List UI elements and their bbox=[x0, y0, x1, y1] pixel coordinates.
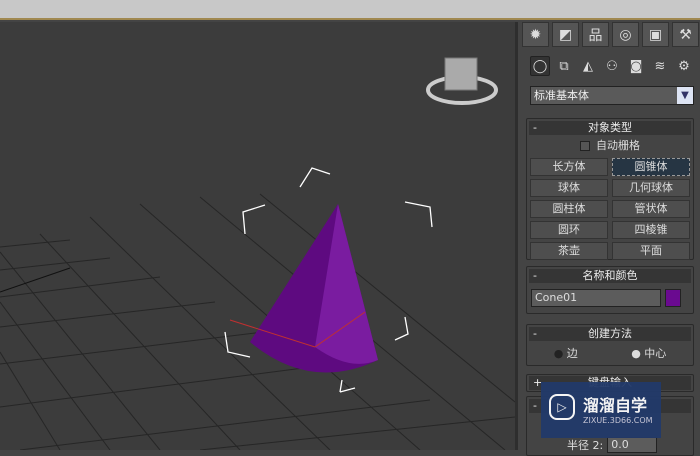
cone-button[interactable]: 圆锥体 bbox=[612, 158, 690, 176]
chevron-down-icon[interactable]: ▼ bbox=[677, 87, 693, 104]
watermark: ▷ 溜溜自学 ZIXUE.3D66.COM bbox=[541, 382, 661, 438]
wave-icon: ≋ bbox=[654, 58, 666, 74]
watermark-url: ZIXUE.3D66.COM bbox=[583, 416, 653, 425]
shapes-button[interactable]: ⧉ bbox=[554, 56, 574, 76]
grid bbox=[0, 193, 515, 450]
cameras-button[interactable]: ⚇ bbox=[602, 56, 622, 76]
name-color-rollout: - 名称和颜色 Cone01 bbox=[526, 266, 694, 314]
name-color-row: Cone01 bbox=[527, 285, 693, 311]
radius2-input[interactable]: 0.0 bbox=[607, 437, 658, 453]
systems-button[interactable]: ⚙ bbox=[674, 56, 694, 76]
object-name-input[interactable]: Cone01 bbox=[531, 289, 661, 307]
space-warps-button[interactable]: ≋ bbox=[650, 56, 670, 76]
name-color-header[interactable]: - 名称和颜色 bbox=[529, 269, 691, 283]
camera-icon: ⚇ bbox=[606, 58, 618, 74]
box-button[interactable]: 长方体 bbox=[530, 158, 608, 176]
geometry-button[interactable]: ◯ bbox=[530, 56, 550, 76]
modify-icon: ◩ bbox=[558, 26, 573, 43]
watermark-brand: 溜溜自学 bbox=[583, 396, 648, 415]
gears-icon: ⚙ bbox=[678, 58, 690, 74]
tab-hierarchy[interactable]: 品 bbox=[582, 22, 609, 47]
plane-button[interactable]: 平面 bbox=[612, 242, 690, 260]
geosphere-button[interactable]: 几何球体 bbox=[612, 179, 690, 197]
teapot-button[interactable]: 茶壶 bbox=[530, 242, 608, 260]
motion-icon: ◎ bbox=[619, 26, 632, 43]
autogrid-checkbox[interactable] bbox=[580, 141, 590, 151]
hierarchy-icon: 品 bbox=[588, 27, 603, 44]
viewcube[interactable] bbox=[426, 57, 498, 105]
autogrid-row[interactable]: 自动栅格 bbox=[527, 137, 693, 155]
perspective-viewport[interactable] bbox=[0, 22, 515, 450]
sphere-icon: ◯ bbox=[532, 58, 548, 74]
display-icon: ▣ bbox=[648, 26, 663, 43]
create-icon: ✹ bbox=[529, 26, 542, 43]
rollout-title: 创建方法 bbox=[588, 327, 632, 340]
center-label: 中心 bbox=[644, 347, 667, 360]
helpers-button[interactable]: ◙ bbox=[626, 56, 646, 76]
tab-motion[interactable]: ◎ bbox=[612, 22, 639, 47]
edge-radio[interactable]: ● 边 bbox=[554, 343, 578, 365]
center-radio[interactable]: ● 中心 bbox=[631, 343, 666, 365]
tab-utilities[interactable]: ⚒ bbox=[672, 22, 699, 47]
autogrid-label: 自动栅格 bbox=[596, 139, 640, 152]
tape-icon: ◙ bbox=[629, 58, 643, 74]
category-value: 标准基本体 bbox=[534, 89, 589, 102]
lights-button[interactable]: ◭ bbox=[578, 56, 598, 76]
shapes-icon: ⧉ bbox=[559, 58, 569, 74]
creation-method-rollout: - 创建方法 ● 边 ● 中心 bbox=[526, 324, 694, 366]
category-dropdown[interactable]: 标准基本体 ▼ bbox=[530, 86, 694, 105]
viewport-scene bbox=[0, 57, 515, 450]
sphere-button[interactable]: 球体 bbox=[530, 179, 608, 197]
pyramid-button[interactable]: 四棱锥 bbox=[612, 221, 690, 239]
tube-button[interactable]: 管状体 bbox=[612, 200, 690, 218]
color-swatch[interactable] bbox=[665, 289, 681, 307]
creation-method-header[interactable]: - 创建方法 bbox=[529, 327, 691, 341]
tab-display[interactable]: ▣ bbox=[642, 22, 669, 47]
title-bar bbox=[0, 0, 700, 20]
object-type-header[interactable]: - 对象类型 bbox=[529, 121, 691, 135]
tab-create[interactable]: ✹ bbox=[522, 22, 549, 47]
creation-method-options: ● 边 ● 中心 bbox=[527, 343, 693, 365]
rollout-title: 名称和颜色 bbox=[582, 269, 638, 282]
light-icon: ◭ bbox=[583, 58, 593, 74]
radius2-label: 半径 2: bbox=[567, 439, 604, 452]
tab-modify[interactable]: ◩ bbox=[552, 22, 579, 47]
torus-button[interactable]: 圆环 bbox=[530, 221, 608, 239]
edge-label: 边 bbox=[566, 347, 578, 360]
cylinder-button[interactable]: 圆柱体 bbox=[530, 200, 608, 218]
radius2-row: 半径 2: 0.0 bbox=[567, 437, 658, 453]
object-type-rollout: - 对象类型 自动栅格 长方体 圆锥体 球体 几何球体 圆柱体 管状体 圆环 四棱… bbox=[526, 118, 694, 260]
hammer-icon: ⚒ bbox=[679, 26, 692, 43]
rollout-title: 对象类型 bbox=[588, 121, 632, 134]
play-logo-icon: ▷ bbox=[549, 394, 575, 420]
